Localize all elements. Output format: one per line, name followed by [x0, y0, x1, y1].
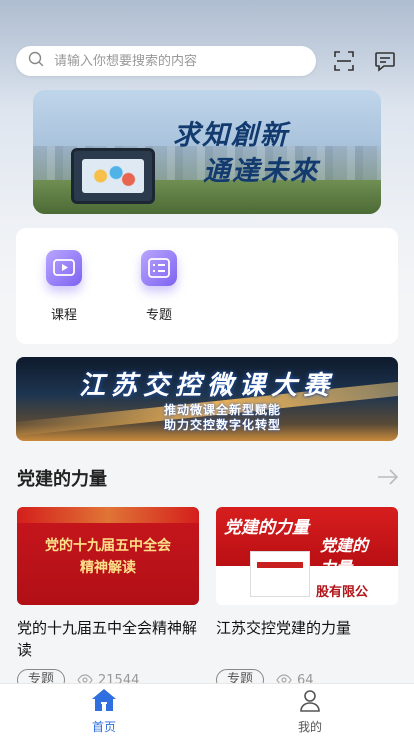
thumbnail-text: 党的十九届五中全会 精神解读	[33, 535, 183, 579]
tablet-illustration	[71, 148, 155, 204]
quick-entry-panel: 课程 专题	[16, 228, 398, 344]
section-title: 党建的力量	[17, 469, 107, 490]
slogan-line-1: 求知創新	[173, 120, 289, 151]
section-header: 党建的力量	[17, 465, 399, 490]
flag-decoration	[17, 507, 199, 523]
quick-entry-topics[interactable]: 专题	[129, 250, 189, 323]
banner-slogan: 求知創新 通達未來	[173, 118, 319, 190]
message-icon[interactable]	[372, 48, 398, 74]
slogan-line-2: 通達未來	[203, 156, 319, 187]
card-title: 江苏交控党建的力量	[216, 619, 352, 637]
card-title: 党的十九届五中全会精神解读	[17, 619, 198, 659]
content-card[interactable]: 党的十九届五中全会 精神解读 党的十九届五中全会精神解读 专题 21544	[17, 507, 199, 691]
scan-icon[interactable]	[331, 48, 357, 74]
list-icon	[141, 250, 177, 286]
contest-title: 江苏交控微课大赛	[78, 371, 335, 401]
calligraphy-line-2: 力量	[320, 558, 353, 577]
card-thumbnail: 党建的力量 党建的 力量 股有限公	[216, 507, 398, 605]
thumbnail-text-line-2: 精神解读	[80, 560, 136, 576]
quick-entry-label: 课程	[50, 308, 77, 323]
thumbnail-text-line-1: 党的十九届五中全会	[45, 538, 171, 554]
top-banner[interactable]: 求知創新 通達未來	[33, 90, 381, 214]
search-input[interactable]	[54, 53, 294, 69]
user-icon	[300, 690, 320, 712]
tab-home[interactable]: 首页	[64, 688, 144, 735]
contest-banner[interactable]: 江苏交控微课大赛 推动微课全新型赋能 助力交控数字化转型	[16, 357, 398, 441]
home-icon	[92, 689, 116, 711]
contest-subtitle: 推动微课全新型赋能 助力交控数字化转型	[164, 403, 281, 433]
tab-label: 首页	[91, 720, 116, 734]
tab-mine[interactable]: 我的	[270, 688, 350, 735]
calligraphy-line-1: 党建的	[320, 536, 369, 555]
contest-subtitle-line-1: 推动微课全新型赋能	[164, 403, 282, 417]
thumbnail-company-text: 股有限公	[316, 585, 369, 600]
thumbnail-calligraphy: 党建的 力量	[320, 535, 368, 579]
play-icon	[46, 250, 82, 286]
contest-subtitle-line-2: 助力交控数字化转型	[164, 418, 282, 432]
quick-entry-courses[interactable]: 课程	[34, 250, 94, 323]
book-image	[250, 551, 310, 597]
search-icon	[28, 51, 44, 71]
arrow-right-icon[interactable]	[377, 467, 399, 487]
thumbnail-title: 党建的力量	[224, 518, 309, 538]
bottom-tab-bar: 首页 我的	[0, 683, 414, 736]
card-thumbnail: 党的十九届五中全会 精神解读	[17, 507, 199, 605]
content-card[interactable]: 党建的力量 党建的 力量 股有限公 江苏交控党建的力量 专题 64	[216, 507, 398, 691]
quick-entry-label: 专题	[145, 308, 172, 323]
search-bar[interactable]	[16, 46, 316, 76]
tab-label: 我的	[297, 720, 322, 734]
